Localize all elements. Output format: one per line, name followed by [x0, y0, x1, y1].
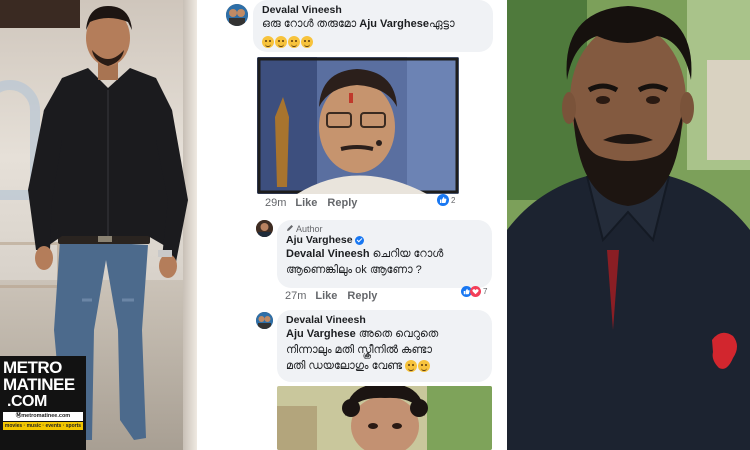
meme-image-1[interactable]	[257, 57, 459, 194]
logo-text-line1: METRO	[3, 358, 62, 377]
love-reaction-icon	[470, 285, 481, 297]
comment-mention[interactable]: Aju Varghese	[359, 18, 429, 30]
comment-bubble-1: Devalal Vineesh ഒരു റോൾ തരുമോ Aju Varghe…	[253, 0, 493, 52]
like-reaction-icon	[437, 194, 449, 206]
comment-time[interactable]: 27m	[285, 290, 306, 302]
left-photo: METRO MATINEE .COM Ⓜmetromatinee.com mov…	[0, 0, 197, 450]
grin-squint-emoji	[262, 35, 274, 48]
comment-text-line2: നിന്നാലും മതി സ്ക്രീനിൽ കണ്ടാ	[286, 344, 432, 356]
comment-author: Aju Varghese	[286, 234, 483, 246]
comment-text-part: അതെ വെറുതെ	[355, 328, 439, 340]
like-link[interactable]: Like	[315, 290, 337, 302]
comment-text-line3: മതി ഡയലോഗും വേണ്ട	[286, 358, 483, 374]
comment-text-part: ചെറിയ റോൾ	[369, 248, 444, 260]
comment-text: Aju Varghese അതെ വെറുതെ	[286, 326, 483, 342]
comment-text-part: മതി ഡയലോഗും വേണ്ട	[286, 360, 403, 372]
comment-text-line2: ആണെങ്കിലും ok ആണോ ?	[286, 264, 422, 276]
grin-squint-emoji	[275, 35, 287, 48]
grin-squint-emoji	[405, 360, 418, 373]
metro-matinee-logo: METRO MATINEE .COM Ⓜmetromatinee.com mov…	[0, 356, 86, 450]
reply-link[interactable]: Reply	[327, 197, 357, 209]
logo-url-strip: Ⓜmetromatinee.com	[3, 412, 83, 421]
logo-tagline: movies · music · events · sports	[3, 422, 83, 430]
comment-actions-1: 29m Like Reply	[265, 197, 367, 209]
pencil-icon	[287, 225, 293, 231]
author-avatar[interactable]	[256, 220, 273, 237]
reply-link[interactable]: Reply	[347, 290, 377, 302]
emoji-row	[262, 33, 484, 51]
joy-emoji	[288, 35, 300, 48]
reaction-summary-2[interactable]: 7	[461, 284, 487, 298]
comment-mention[interactable]: Aju Varghese	[286, 328, 356, 340]
comment-text-part: ഒരു റോൾ തരുമോ	[262, 18, 360, 30]
comment-author[interactable]: Devalal Vineesh	[286, 314, 483, 326]
comment-author-name[interactable]: Aju Varghese	[286, 234, 353, 246]
comment-bubble-2: Author Aju Varghese Devalal Vineesh ചെറി…	[277, 220, 492, 288]
author-tag-label: Author	[296, 224, 323, 234]
verified-badge-icon	[354, 235, 364, 245]
bearded-man-in-polo	[507, 0, 750, 450]
commenter-avatar[interactable]	[226, 4, 248, 26]
comment-thread: Devalal Vineesh ഒരു റോൾ തരുമോ Aju Varghe…	[197, 0, 507, 450]
logo-text-line3: .COM	[7, 393, 47, 410]
comment-mention[interactable]: Devalal Vineesh	[286, 248, 370, 260]
like-link[interactable]: Like	[295, 197, 317, 209]
comment-text: ഒരു റോൾ തരുമോ Aju Vargheseഏട്ടാ	[262, 16, 484, 32]
comment-bubble-3: Devalal Vineesh Aju Varghese അതെ വെറുതെ …	[277, 310, 492, 382]
author-tag: Author	[286, 224, 483, 234]
astonished-emoji	[301, 35, 313, 48]
comment-actions-2: 27m Like Reply	[285, 290, 387, 302]
reaction-summary-1[interactable]: 2	[437, 193, 455, 207]
comment-time[interactable]: 29m	[265, 197, 286, 209]
logo-text-line2: MATINEE	[3, 375, 75, 394]
comment-author[interactable]: Devalal Vineesh	[262, 4, 484, 16]
right-photo	[507, 0, 750, 450]
comment-text-part: ഏട്ടാ	[428, 18, 455, 30]
reaction-count: 2	[451, 195, 456, 205]
grin-squint-emoji	[418, 360, 431, 373]
meme-image-2[interactable]	[277, 386, 492, 450]
reaction-count: 7	[483, 286, 488, 296]
comment-text: Devalal Vineesh ചെറിയ റോൾ	[286, 246, 483, 262]
commenter-avatar[interactable]	[256, 312, 273, 329]
